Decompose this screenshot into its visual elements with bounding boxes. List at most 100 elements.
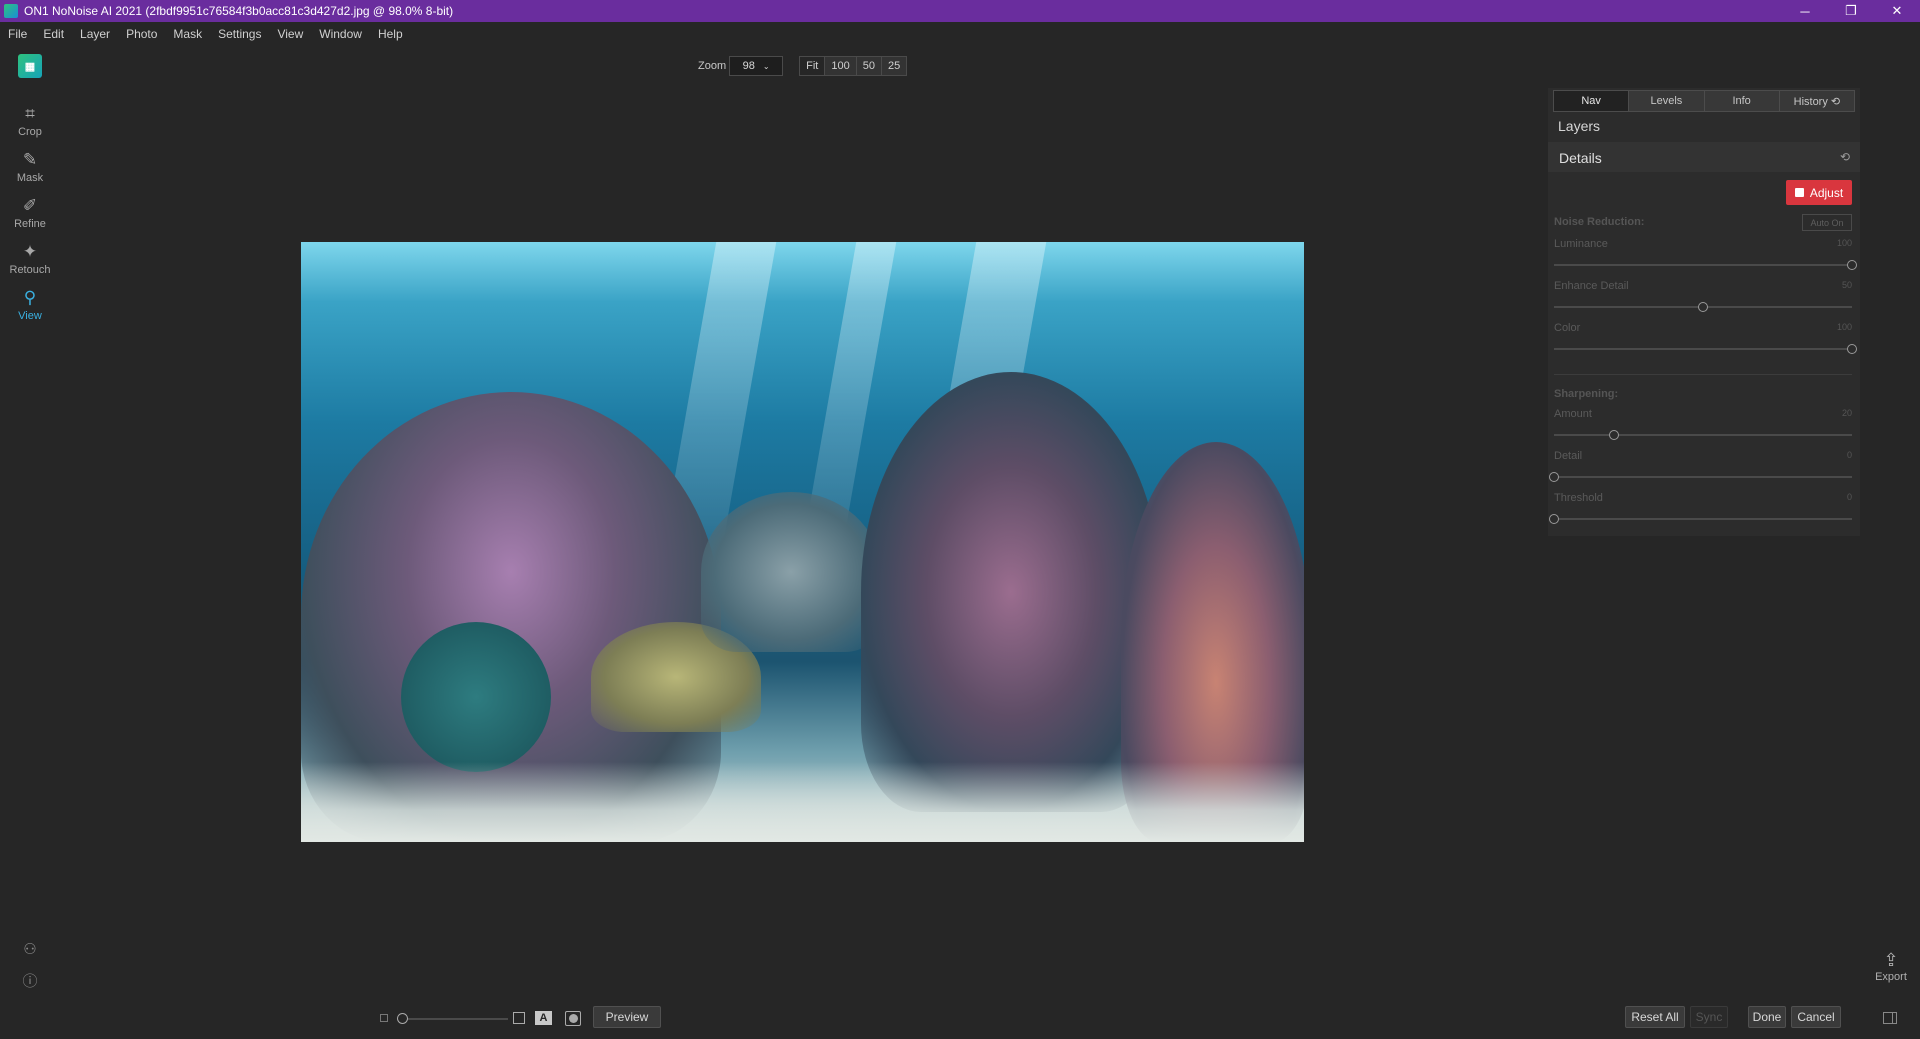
zoom-label: Zoom [698,60,727,72]
menu-mask[interactable]: Mask [173,27,202,41]
layers-section-title[interactable]: Layers [1558,118,1600,134]
window-title: ON1 NoNoise AI 2021 (2fbdf9951c76584f3b0… [24,4,454,18]
close-button[interactable]: ✕ [1874,0,1920,22]
tool-label: Mask [16,172,44,184]
mask-brush-icon: ✎ [22,150,38,169]
left-bottom-icons: ⚇ ⓘ [18,940,42,1000]
coral-reef-right [861,372,1161,812]
reset-icon[interactable]: ⟲ [1840,150,1850,164]
slider-knob[interactable] [1549,514,1559,524]
tool-label: Retouch [9,264,51,276]
tab-nav[interactable]: Nav [1554,91,1630,111]
menu-layer[interactable]: Layer [80,27,110,41]
zoom-50-button[interactable]: 50 [856,57,882,75]
done-button[interactable]: Done [1748,1006,1786,1028]
user-account-icon[interactable]: ⚇ [18,940,42,970]
right-panel: Nav Levels Info History ⟲ Layers Details… [1548,88,1860,536]
auto-icon[interactable]: A [535,1011,552,1025]
enhance-detail-slider[interactable] [1554,302,1852,312]
restore-button[interactable]: ❐ [1828,0,1874,22]
menu-photo[interactable]: Photo [126,27,157,41]
tool-crop[interactable]: ⌗ Crop [0,104,60,150]
zoom-select[interactable]: 98 ⌄ [729,56,784,76]
amount-slider[interactable] [1554,430,1852,440]
zoom-bar: Zoom 98 ⌄ Fit 100 50 25 [698,56,908,76]
details-section-title: Details [1559,150,1602,166]
app-icon [4,4,18,18]
mask-view-icon[interactable] [565,1011,581,1026]
chevron-down-icon: ⌄ [762,61,770,71]
slider-knob[interactable] [1549,472,1559,482]
threshold-slider[interactable] [1549,514,1852,524]
bottom-bar: A Preview Reset All Sync Done Cancel [0,1000,1920,1036]
export-button[interactable]: ⇪ Export [1871,950,1911,983]
menu-view[interactable]: View [277,27,303,41]
tool-label: Refine [14,218,46,230]
tool-label: View [18,310,42,322]
sync-button[interactable]: Sync [1690,1006,1728,1028]
panel-tabs: Nav Levels Info History ⟲ [1553,90,1855,112]
menu-bar: File Edit Layer Photo Mask Settings View… [0,22,1920,46]
slider-knob[interactable] [397,1013,408,1024]
detail-slider[interactable] [1549,472,1852,482]
zoom-100-button[interactable]: 100 [825,57,857,75]
slider-label: Luminance [1554,238,1608,250]
tool-refine[interactable]: ✐ Refine [0,196,60,242]
small-thumbnail-icon [380,1014,388,1022]
luminance-slider[interactable] [1554,260,1857,270]
tool-view[interactable]: ⚲ View [0,288,60,334]
adjust-label: Adjust [1809,185,1844,200]
slider-value: 50 [1841,280,1852,290]
export-label: Export [1875,971,1907,983]
lock-icon [1794,188,1804,197]
refine-brush-icon: ✐ [22,196,38,215]
slider-knob[interactable] [1847,260,1857,270]
slider-label: Amount [1554,408,1592,420]
menu-edit[interactable]: Edit [43,27,64,41]
slider-value: 100 [1836,238,1852,248]
slider-knob[interactable] [1608,430,1619,440]
export-icon: ⇪ [1883,950,1899,970]
menu-file[interactable]: File [8,27,27,41]
slider-label: Color [1554,322,1581,334]
photo-canvas[interactable] [301,242,1304,842]
minimize-button[interactable]: ─ [1782,0,1828,22]
tab-levels[interactable]: Levels [1629,91,1705,111]
slider-knob[interactable] [1847,344,1857,354]
color-slider[interactable] [1554,344,1857,354]
tab-info[interactable]: Info [1704,91,1780,111]
zoom-presets: Fit 100 50 25 [799,56,908,76]
slider-knob[interactable] [1698,302,1708,312]
slider-value: 100 [1836,322,1852,332]
slider-label: Detail [1554,450,1583,462]
tool-retouch[interactable]: ✦ Retouch [0,242,60,288]
thumbnail-size-slider[interactable] [402,1018,508,1020]
tab-history[interactable]: History ⟲ [1779,91,1854,111]
slider-value: 20 [1841,408,1852,418]
menu-settings[interactable]: Settings [218,27,261,41]
adjust-button[interactable]: Adjust [1786,180,1852,205]
panel-toggle-icon[interactable] [1883,1012,1897,1024]
slider-value: 0 [1846,492,1852,502]
menu-help[interactable]: Help [378,27,403,41]
view-zoom-icon: ⚲ [23,288,37,307]
retouch-icon: ✦ [22,242,38,261]
sand-floor [301,762,1304,842]
tool-mask[interactable]: ✎ Mask [0,150,60,196]
reset-all-button[interactable]: Reset All [1625,1006,1685,1028]
zoom-25-button[interactable]: 25 [881,57,907,75]
zoom-fit-button[interactable]: Fit [800,57,826,75]
on1-logo-icon[interactable]: ▦ [18,54,42,78]
noise-reduction-heading: Noise Reduction: [1554,216,1645,228]
sharpening-heading: Sharpening: [1554,388,1619,400]
help-icon[interactable]: ⓘ [18,970,42,1000]
preview-button[interactable]: Preview [593,1006,661,1028]
section-divider [1554,374,1852,375]
cancel-button[interactable]: Cancel [1791,1006,1841,1028]
crop-icon: ⌗ [25,104,35,123]
auto-on-button[interactable]: Auto On [1802,214,1852,231]
large-thumbnail-icon[interactable] [513,1012,525,1024]
left-toolbar: ⌗ Crop ✎ Mask ✐ Refine ✦ Retouch ⚲ View [0,104,60,334]
menu-window[interactable]: Window [319,27,362,41]
coral-center [701,492,881,652]
